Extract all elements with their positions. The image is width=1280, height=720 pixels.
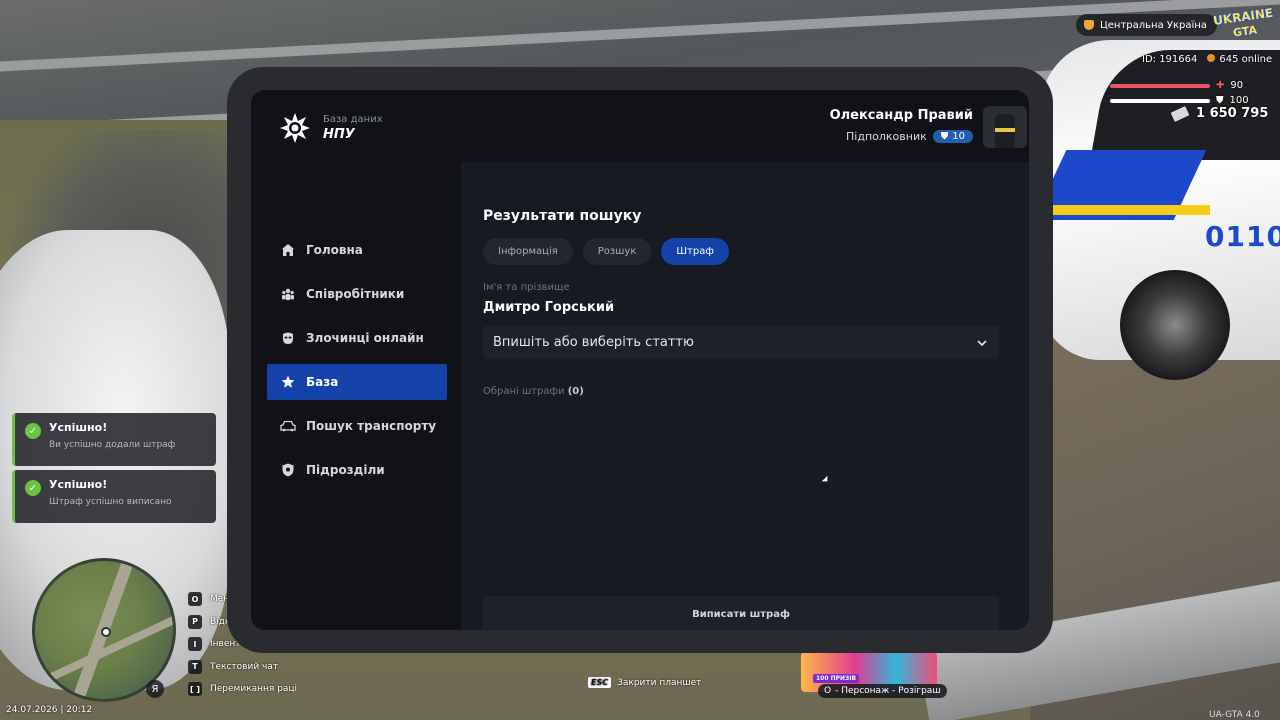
person-name: Дмитро Горський [483,300,615,315]
sidebar-item-label: Підрозділи [306,463,385,477]
game-version: UA-GTA 4.0 [1209,710,1260,720]
key-cap: [ ] [188,682,202,697]
chosen-fines: Обрані штрафи (0) [483,386,584,397]
health-bar [1110,83,1210,88]
promo-badge: 100 ПРИЗІВ [813,674,860,683]
cash-icon [1170,105,1190,122]
player-id-line: ID: 191664 645 online [1142,54,1272,65]
chevron-down-icon [977,335,987,350]
brand-subtitle: База даних [323,114,383,125]
car-stripe [1050,205,1210,215]
page-title: Результати пошуку [483,208,642,224]
sidebar-item-label: Співробітники [306,287,405,301]
region-badge: Центральна Україна [1076,14,1217,36]
tablet-screen: База даних НПУ Головна Співробітники Зло… [251,90,1029,630]
sidebar-nav: Головна Співробітники Злочинці онлайн Ба… [267,232,447,496]
tab-information[interactable]: Інформація [483,238,573,265]
toast-message: Штраф успішно виписано [49,497,172,507]
check-icon: ✓ [25,423,41,439]
close-tablet-hint: ESC Закрити планшет [588,677,701,688]
toast-title: Успішно! [49,478,108,491]
article-select[interactable]: Впишіть або виберіть статтю [483,326,999,359]
player-marker-icon [101,627,111,637]
minimap-road [50,609,173,681]
sidebar-item-units[interactable]: Підрозділи [267,452,447,488]
game-logo: UKRAINE GTA [1212,6,1274,40]
toast-message: Ви успішно додали штраф [49,440,176,450]
name-label: Ім'я та прізвище [483,282,570,293]
article-select-placeholder: Впишіть або виберіть статтю [493,335,694,350]
armor-icon: ⛊ [1216,95,1224,106]
key-hint: [ ] Перемикання раці [188,678,297,701]
car-wheel [1120,270,1230,380]
sidebar-item-label: База [306,375,339,389]
tab-bar: Інформація Розшук Штраф [483,238,729,265]
car-icon [280,418,296,434]
sidebar: База даних НПУ Головна Співробітники Зло… [251,90,461,630]
sidebar-item-home[interactable]: Головна [267,232,447,268]
mic-indicator: Я [146,680,164,698]
promo-key: O [824,686,832,696]
sidebar-item-employees[interactable]: Співробітники [267,276,447,312]
shield-icon [280,462,296,478]
online-icon [1207,54,1216,62]
car-number: 0110 [1205,220,1280,253]
brand-name: НПУ [323,127,355,142]
key-label: Текстовий чат [210,661,279,672]
brand: База даних НПУ [279,112,383,144]
online-text: 645 online [1219,54,1273,65]
online-count: 645 online [1207,54,1272,65]
close-tablet-label: Закрити планшет [617,677,702,688]
chosen-fines-count: (0) [567,386,584,397]
health-icon: ✚ [1216,80,1225,91]
armor-row: ⛊ 100 [1110,95,1249,106]
mask-icon [280,330,296,346]
people-icon [280,286,296,302]
region-name: Центральна Україна [1100,19,1207,31]
armor-bar [1110,98,1210,103]
key-cap: O [188,592,202,607]
player-id: ID: 191664 [1142,54,1198,65]
police-tablet: База даних НПУ Головна Співробітники Зло… [227,67,1053,653]
tab-fine[interactable]: Штраф [661,238,729,265]
armor-value: 100 [1229,95,1249,106]
sidebar-item-criminals[interactable]: Злочинці онлайн [267,320,447,356]
tab-wanted[interactable]: Розшук [582,238,652,265]
chosen-fines-label: Обрані штрафи [483,386,565,397]
money-display: 1 650 795 [1170,105,1269,122]
sidebar-item-database[interactable]: База [267,364,447,400]
issue-fine-button[interactable]: Виписати штраф [483,596,999,630]
police-star-icon [280,113,310,143]
region-flag-icon [1084,20,1094,30]
promo-hint: O - Персонаж - Розіграш [818,684,947,698]
sidebar-item-label: Пошук транспорту [306,419,437,433]
toast-title: Успішно! [49,421,108,434]
key-hint: T Текстовий чат [188,656,297,679]
health-row: ✚ 90 [1110,80,1243,91]
home-icon [280,242,296,258]
key-cap: T [188,659,202,674]
sidebar-item-vehicle-search[interactable]: Пошук транспорту [267,408,447,444]
key-label: Перемикання раці [210,684,298,695]
notification-toast: ✓ Успішно! Штраф успішно виписано [12,470,216,523]
check-icon: ✓ [25,480,41,496]
content-area: Результати пошуку Інформація Розшук Штра… [461,90,1029,630]
health-value: 90 [1230,80,1244,91]
key-cap: P [188,614,202,629]
date-time: 24.07.2026 | 20:12 [6,705,93,715]
sidebar-item-label: Головна [306,243,363,257]
mic-key: Я [151,683,159,695]
key-cap: I [188,637,202,652]
notification-toast: ✓ Успішно! Ви успішно додали штраф [12,413,216,466]
sidebar-item-label: Злочинці онлайн [306,331,424,345]
esc-key: ESC [588,677,612,688]
money-value: 1 650 795 [1196,106,1269,121]
promo-label: - Персонаж - Розіграш [835,686,941,696]
star-icon [280,374,296,390]
